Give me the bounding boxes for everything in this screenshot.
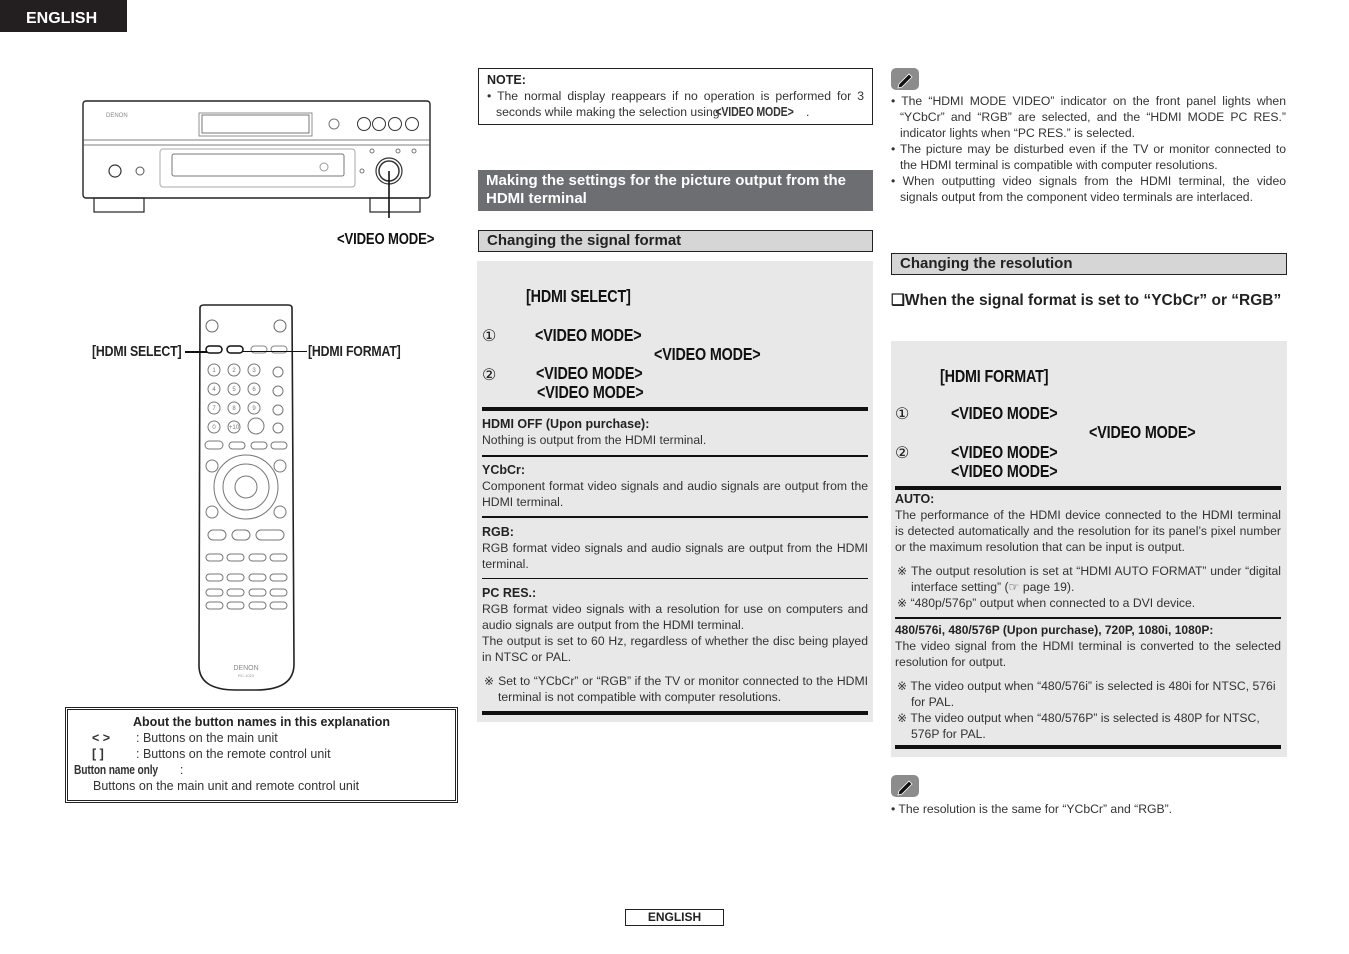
note-heading: NOTE: <box>487 73 526 87</box>
option-heading: PC RES.: <box>482 586 537 600</box>
option-text: Component format video signals and audio… <box>482 479 868 509</box>
section-title: Making the settings for the picture outp… <box>478 170 873 211</box>
remote-symbol: [ ] <box>92 747 104 761</box>
auto-note-2: ※ “480p/576p” output when connected to a… <box>897 596 1196 610</box>
memo-2-list: • The resolution is the same for “YCbCr”… <box>891 801 1286 817</box>
main-unit-illustration: DENON <box>82 100 431 218</box>
option-auto: AUTO: The performance of the HDMI device… <box>895 491 1281 611</box>
hdmi-format-callout: [HDMI FORMAT] <box>308 343 401 360</box>
callout-line <box>243 351 307 352</box>
option-heading: 480/576i, 480/576P (Upon purchase), 720P… <box>895 623 1214 637</box>
video-mode-callout: <VIDEO MODE> <box>337 231 435 248</box>
memo-bullet: • When outputting video signals from the… <box>891 174 1286 204</box>
main-unit-symbol: < > <box>92 731 111 745</box>
option-text: The output is set to 60 Hz, regardless o… <box>482 634 868 664</box>
signal-format-panel: [HDMI SELECT] ① <VIDEO MODE> <VIDEO MODE… <box>477 261 873 722</box>
svg-text:DENON: DENON <box>233 665 258 672</box>
divider <box>482 516 868 518</box>
option-fixed-resolution: 480/576i, 480/576P (Upon purchase), 720P… <box>895 622 1281 742</box>
step1-button: <VIDEO MODE> <box>951 403 1058 423</box>
button-name-only-label: Button name only <box>74 763 158 777</box>
divider <box>895 745 1281 749</box>
divider <box>482 407 868 411</box>
option-heading: HDMI OFF (Upon purchase): <box>482 417 650 431</box>
language-tab: ENGLISH <box>0 0 127 32</box>
option-hdmi-off: HDMI OFF (Upon purchase): Nothing is out… <box>482 416 868 448</box>
step1-number: ① <box>895 406 910 423</box>
condition-heading: ❑When the signal format is set to “YCbCr… <box>891 292 1282 309</box>
divider <box>482 711 868 715</box>
fixed-note-1: ※ The video output when “480/576i” is se… <box>897 679 1276 709</box>
option-heading: AUTO: <box>895 492 935 506</box>
step2-button: <VIDEO MODE> <box>536 363 643 383</box>
button-names-explanation-box: About the button names in this explanati… <box>65 707 458 803</box>
memo-1-list: • The “HDMI MODE VIDEO” indicator on the… <box>891 93 1286 205</box>
hdmi-select-callout: [HDMI SELECT] <box>92 343 182 360</box>
footer-language-label: ENGLISH <box>625 909 724 926</box>
step1-button-2: <VIDEO MODE> <box>1089 422 1196 442</box>
signal-format-heading: Changing the signal format <box>478 230 873 252</box>
memo-bullet: • The resolution is the same for “YCbCr”… <box>891 802 1173 816</box>
resolution-panel: [HDMI FORMAT] ① <VIDEO MODE> <VIDEO MODE… <box>891 341 1287 757</box>
explanation-title: About the button names in this explanati… <box>133 715 390 729</box>
option-text: RGB format video signals and audio signa… <box>482 541 868 571</box>
main-unit-desc: : Buttons on the main unit <box>136 731 278 745</box>
step2-button-2: <VIDEO MODE> <box>951 461 1058 481</box>
option-text: The performance of the HDMI device conne… <box>895 508 1281 554</box>
button-name-only-desc: Buttons on the main unit and remote cont… <box>93 779 360 793</box>
pencil-icon <box>891 68 919 90</box>
divider <box>895 486 1281 490</box>
brand-logo: DENON <box>106 113 128 119</box>
pencil-icon <box>891 775 919 797</box>
step2-button: <VIDEO MODE> <box>951 442 1058 462</box>
divider <box>482 455 868 457</box>
step-hdmi-format: [HDMI FORMAT] <box>940 366 1049 386</box>
step1-button-2: <VIDEO MODE> <box>654 344 761 364</box>
callout-line <box>185 351 207 353</box>
step-hdmi-select: [HDMI SELECT] <box>526 286 631 306</box>
step1-button: <VIDEO MODE> <box>535 325 642 345</box>
note-text: • The normal display reappears if no ope… <box>487 89 864 119</box>
step2-number: ② <box>482 367 497 384</box>
remote-desc: : Buttons on the remote control unit <box>136 747 331 761</box>
colon: : <box>176 763 184 777</box>
step1-number: ① <box>482 328 497 345</box>
note-box: NOTE: • The normal display reappears if … <box>478 68 873 125</box>
reference-hand-icon: ☞ <box>1008 580 1020 594</box>
resolution-heading: Changing the resolution <box>891 253 1287 275</box>
divider <box>895 617 1281 619</box>
fixed-note-2: ※ The video output when “480/576P” is se… <box>897 711 1260 741</box>
remote-control-illustration: 123 456 789 0 +10 DENON RC-1023 <box>198 304 295 691</box>
svg-text:+10: +10 <box>229 425 240 431</box>
auto-note-1: ※ The output resolution is set at “HDMI … <box>897 564 1281 594</box>
option-ycbcr: YCbCr: Component format video signals an… <box>482 462 868 510</box>
memo-bullet: • The “HDMI MODE VIDEO” indicator on the… <box>891 94 1286 140</box>
option-heading: YCbCr: <box>482 463 526 477</box>
option-text: RGB format video signals with a resoluti… <box>482 602 868 632</box>
memo-bullet: • The picture may be disturbed even if t… <box>891 142 1286 172</box>
option-rgb: RGB: RGB format video signals and audio … <box>482 524 868 572</box>
divider <box>482 578 868 579</box>
option-heading: RGB: <box>482 525 514 539</box>
option-text: Nothing is output from the HDMI terminal… <box>482 433 707 447</box>
step2-button-2: <VIDEO MODE> <box>537 382 644 402</box>
option-text: The video signal from the HDMI terminal … <box>895 639 1281 669</box>
option-note: ※ Set to “YCbCr” or “RGB” if the TV or m… <box>484 674 868 704</box>
svg-text:RC-1023: RC-1023 <box>238 673 255 678</box>
option-pc-res: PC RES.: RGB format video signals with a… <box>482 585 868 705</box>
step2-number: ② <box>895 445 910 462</box>
